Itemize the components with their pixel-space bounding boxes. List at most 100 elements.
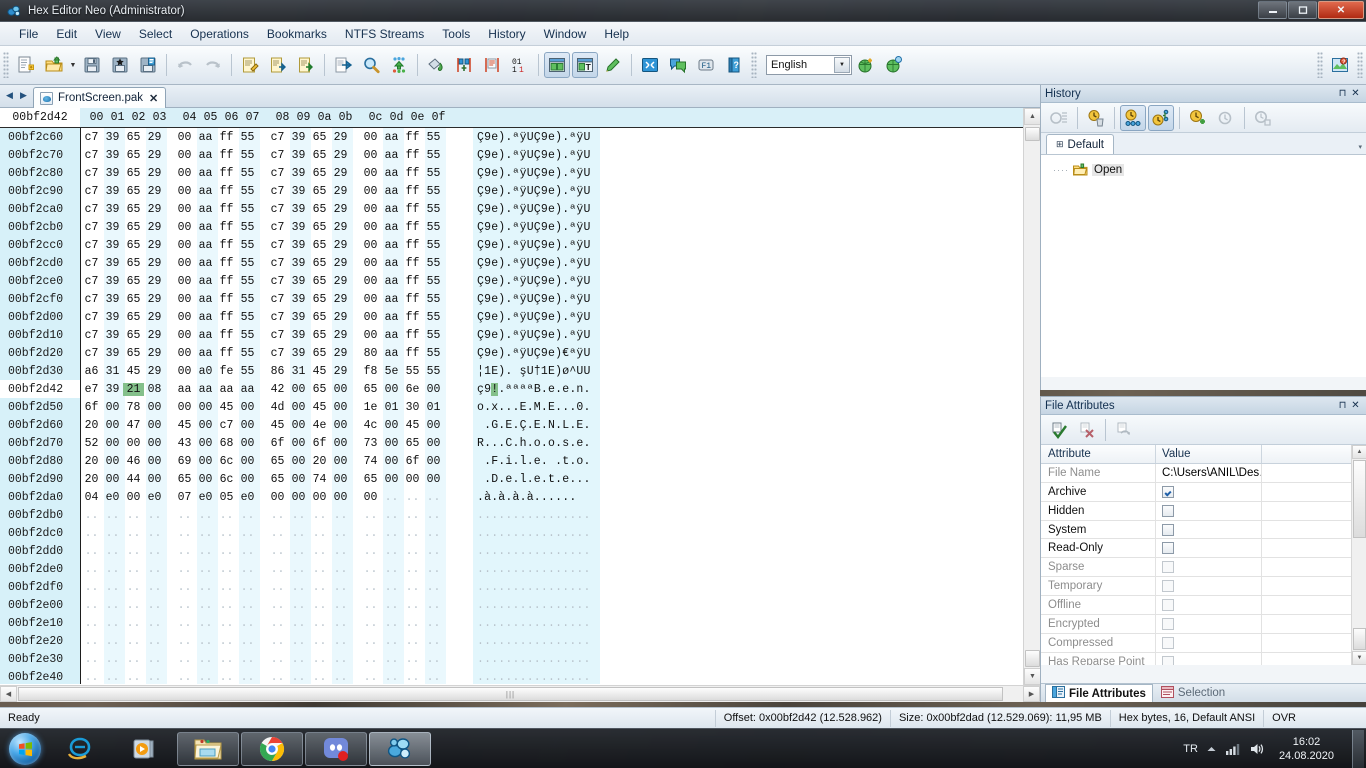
hex-byte[interactable]: c7 (81, 167, 102, 180)
hex-byte[interactable]: 39 (102, 239, 123, 252)
attribute-row[interactable]: Compressed (1041, 633, 1366, 653)
hex-byte[interactable]: .. (309, 545, 330, 558)
hex-byte[interactable]: aa (381, 347, 402, 360)
hex-byte[interactable]: 39 (288, 185, 309, 198)
hex-row-ascii[interactable]: Ç9e).ªÿUÇ9e).ªÿU (473, 272, 600, 290)
hex-byte[interactable]: .. (381, 509, 402, 522)
hex-row-ascii[interactable]: Ç9e).ªÿUÇ9e).ªÿU (473, 200, 600, 218)
tray-language[interactable]: TR (1183, 743, 1198, 755)
hex-byte[interactable]: 65 (309, 347, 330, 360)
hex-byte[interactable]: .. (288, 617, 309, 630)
delete-bytes-button[interactable] (479, 52, 505, 78)
hex-byte[interactable]: .. (144, 545, 165, 558)
hex-byte[interactable]: 29 (330, 185, 351, 198)
hex-byte[interactable]: 55 (237, 185, 258, 198)
hex-row-bytes[interactable]: ................................ (81, 506, 471, 524)
hex-byte[interactable]: 00 (102, 473, 123, 486)
hex-byte[interactable]: 65 (360, 383, 381, 396)
hex-byte[interactable]: 4c (360, 419, 381, 432)
hex-row-ascii[interactable]: ................ (473, 506, 600, 524)
hex-byte[interactable]: 55 (402, 365, 423, 378)
hex-row[interactable]: 00bf2d60 20 00 47 00 45 00 c7 00 45 00 4e 00 4c 00 45 00… (0, 416, 1040, 434)
hex-byte[interactable]: .. (381, 545, 402, 558)
hex-byte[interactable]: .. (381, 635, 402, 648)
hex-byte[interactable]: 00 (195, 401, 216, 414)
hex-byte[interactable]: aa (195, 149, 216, 162)
ascii-selected-char[interactable]: ! (491, 382, 499, 396)
hex-byte[interactable]: e0 (102, 491, 123, 504)
hex-byte[interactable]: aa (237, 383, 258, 396)
checkbox[interactable] (1162, 599, 1174, 612)
hex-byte[interactable]: .. (123, 617, 144, 630)
hex-byte[interactable]: .. (381, 617, 402, 630)
hex-byte[interactable]: .. (423, 509, 444, 522)
hex-byte[interactable]: ff (216, 293, 237, 306)
hex-byte[interactable]: fe (216, 365, 237, 378)
hex-byte[interactable]: 39 (288, 347, 309, 360)
hex-byte[interactable]: .. (81, 599, 102, 612)
tab-next-icon[interactable]: ▶ (17, 89, 30, 103)
hex-byte[interactable]: .. (237, 671, 258, 684)
hex-byte[interactable]: 55 (423, 185, 444, 198)
attribute-value[interactable] (1156, 539, 1262, 558)
hex-byte[interactable]: 29 (144, 275, 165, 288)
hex-byte[interactable]: .. (423, 527, 444, 540)
hex-byte[interactable]: 29 (144, 185, 165, 198)
hex-byte[interactable]: .. (423, 563, 444, 576)
hex-byte[interactable]: 20 (81, 419, 102, 432)
hex-byte[interactable]: 00 (402, 473, 423, 486)
hex-byte[interactable]: c7 (81, 275, 102, 288)
hex-byte[interactable]: 00 (144, 455, 165, 468)
pane-layout-button[interactable] (544, 52, 570, 78)
hex-byte[interactable]: .. (237, 509, 258, 522)
hex-byte[interactable]: 55 (237, 275, 258, 288)
hex-row-ascii[interactable]: ................ (473, 524, 600, 542)
hex-byte[interactable]: aa (195, 329, 216, 342)
hex-byte[interactable]: ff (402, 239, 423, 252)
hex-byte[interactable]: 39 (102, 347, 123, 360)
hex-byte[interactable]: c7 (81, 239, 102, 252)
hex-byte[interactable]: 65 (309, 239, 330, 252)
hex-row[interactable]: 00bf2d20 c7 39 65 29 00 aa ff 55 c7 39 65 29 80 aa ff 55… (0, 344, 1040, 362)
hex-byte[interactable]: .. (267, 527, 288, 540)
attribute-value[interactable] (1156, 652, 1262, 665)
chevron-down-icon[interactable]: ▼ (68, 52, 78, 78)
hex-byte[interactable]: .. (237, 563, 258, 576)
hex-row[interactable]: 00bf2cf0 c7 39 65 29 00 aa ff 55 c7 39 65 29 00 aa ff 55… (0, 290, 1040, 308)
hex-byte[interactable]: 00 (288, 455, 309, 468)
checkbox[interactable] (1162, 542, 1174, 555)
hex-row[interactable]: 00bf2db0................................… (0, 506, 1040, 524)
hex-byte[interactable]: ff (402, 329, 423, 342)
hex-byte[interactable]: .. (267, 617, 288, 630)
hex-byte[interactable]: .. (309, 671, 330, 684)
hex-byte[interactable]: 29 (330, 347, 351, 360)
hex-byte[interactable]: 00 (144, 401, 165, 414)
hex-byte[interactable]: 00 (288, 401, 309, 414)
hex-byte[interactable]: 55 (423, 131, 444, 144)
tab-selection[interactable]: Selection (1155, 684, 1231, 702)
checkbox[interactable] (1162, 504, 1174, 517)
hex-byte[interactable]: 39 (102, 131, 123, 144)
hex-byte[interactable]: .. (174, 545, 195, 558)
attribute-value[interactable] (1156, 577, 1262, 596)
hex-byte[interactable]: .. (360, 671, 381, 684)
hex-row-ascii[interactable]: .D.e.l.e.t.e... (473, 470, 600, 488)
hex-byte[interactable]: ff (216, 149, 237, 162)
menu-window[interactable]: Window (535, 24, 596, 44)
hex-row[interactable]: 00bf2ce0 c7 39 65 29 00 aa ff 55 c7 39 65 29 00 aa ff 55… (0, 272, 1040, 290)
hex-byte[interactable]: 20 (309, 455, 330, 468)
hex-row-bytes[interactable]: ................................ (81, 632, 471, 650)
hex-byte[interactable]: .. (123, 671, 144, 684)
hex-byte[interactable]: 29 (330, 167, 351, 180)
hex-byte[interactable]: .. (360, 527, 381, 540)
hex-byte[interactable]: c7 (81, 329, 102, 342)
hex-byte[interactable]: 45 (309, 365, 330, 378)
hex-byte[interactable]: 20 (81, 473, 102, 486)
hex-byte[interactable]: 4e (309, 419, 330, 432)
hex-byte[interactable]: ff (402, 311, 423, 324)
checkbox[interactable] (1162, 485, 1174, 498)
hex-byte[interactable]: 55 (423, 239, 444, 252)
hex-byte[interactable]: 29 (144, 329, 165, 342)
hex-byte[interactable]: aa (195, 257, 216, 270)
chevron-down-icon[interactable]: ▼ (834, 57, 850, 73)
